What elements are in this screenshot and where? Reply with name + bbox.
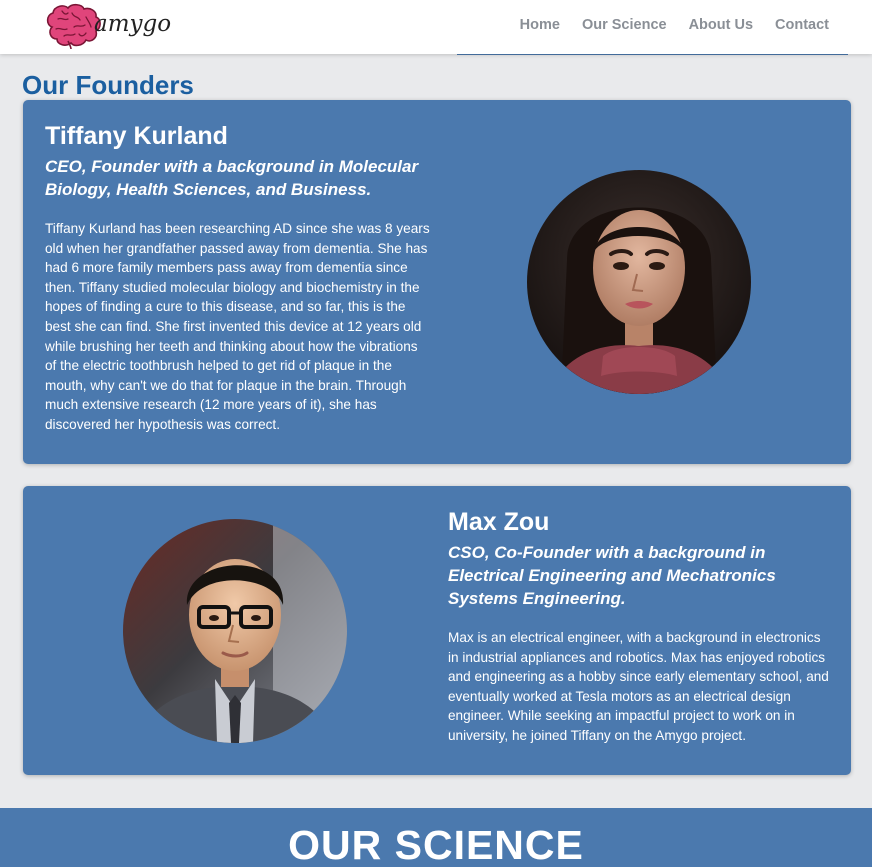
- nav-our-science-link[interactable]: Our Science: [582, 17, 667, 33]
- top-navbar: amygo Home Our Science About Us Contact: [0, 0, 872, 54]
- our-science-section: OUR SCIENCE: [0, 808, 872, 867]
- founder-name: Tiffany Kurland: [45, 122, 228, 150]
- founder-text: Max Zou CSO, Co-Founder with a backgroun…: [448, 508, 833, 746]
- main-nav: Home Our Science About Us Contact: [520, 17, 829, 33]
- nav-contact-link[interactable]: Contact: [775, 17, 829, 33]
- our-science-heading: OUR SCIENCE: [288, 822, 584, 867]
- founder-name: Max Zou: [448, 508, 550, 536]
- founders-heading: Our Founders: [22, 70, 194, 100]
- founder-bio: Tiffany Kurland has been researching AD …: [45, 221, 430, 432]
- founder-text: Tiffany Kurland CEO, Founder with a back…: [45, 122, 430, 435]
- brand-logo[interactable]: amygo: [44, 3, 172, 50]
- founder-bio: Max is an electrical engineer, with a ba…: [448, 630, 829, 743]
- founder-card-max: Max Zou CSO, Co-Founder with a backgroun…: [23, 486, 851, 775]
- founder-photo: [123, 519, 347, 743]
- founder-role: CSO, Co-Founder with a background in Ele…: [448, 543, 776, 608]
- brand-name: amygo: [94, 11, 172, 37]
- founder-role: CEO, Founder with a background in Molecu…: [45, 157, 419, 199]
- founder-photo: [527, 170, 751, 394]
- nav-home-link[interactable]: Home: [520, 17, 560, 33]
- portrait-image: [527, 170, 751, 394]
- portrait-image: [123, 519, 347, 743]
- founder-card-tiffany: Tiffany Kurland CEO, Founder with a back…: [23, 100, 851, 464]
- nav-about-us-link[interactable]: About Us: [689, 17, 753, 33]
